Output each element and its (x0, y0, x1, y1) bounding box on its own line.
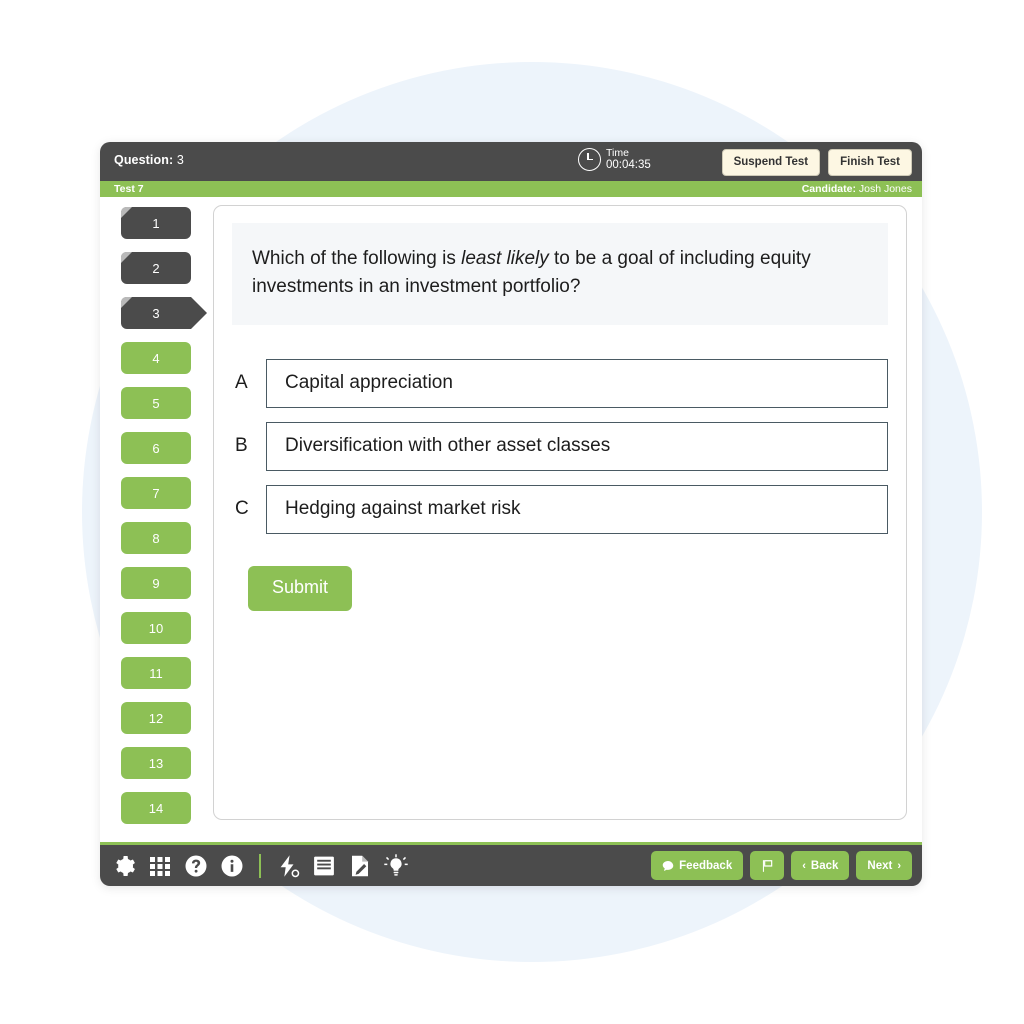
question-nav-item-label: 10 (148, 620, 164, 636)
question-nav-item-label: 13 (148, 755, 164, 771)
feedback-label: Feedback (679, 859, 733, 872)
answer-options: A Capital appreciation B Diversification wi… (232, 358, 888, 534)
next-label: Next (867, 859, 893, 872)
answer-option-text[interactable]: Capital appreciation (266, 358, 888, 408)
question-nav-item-3[interactable]: 3 (121, 297, 207, 329)
question-navigator: 1 2 3 4 5 6 7 8 9 10 11 12 13 14 (100, 197, 212, 842)
toolbar-navigation: Feedback ‹ Back Next › (651, 851, 912, 880)
question-stem-emphasis: least likely (461, 248, 549, 269)
flag-question-button[interactable] (750, 851, 785, 880)
grid-icon[interactable] (148, 854, 172, 878)
suspend-test-button[interactable]: Suspend Test (721, 149, 821, 176)
question-nav-item-2[interactable]: 2 (121, 252, 191, 284)
candidate-label: Candidate: (801, 183, 856, 195)
question-nav-item-5[interactable]: 5 (121, 387, 191, 419)
lightning-icon[interactable] (276, 854, 300, 878)
question-nav-item-9[interactable]: 9 (121, 567, 191, 599)
question-nav-item-7[interactable]: 7 (121, 477, 191, 509)
timer-text: Time 00:04:35 (606, 147, 651, 173)
candidate-info: Candidate: Josh Jones (802, 183, 912, 195)
answer-option-letter: A (235, 372, 248, 394)
answer-option-letter: B (235, 435, 248, 457)
flag-icon (763, 859, 773, 872)
answer-option-letter: C (235, 498, 249, 520)
test-name: Test 7 (114, 183, 144, 195)
question-nav-item-label: 4 (152, 350, 160, 366)
question-nav-item-label: 3 (152, 305, 160, 321)
finish-test-button[interactable]: Finish Test (828, 149, 912, 176)
exam-app-window: Question: 3 Time 00:04:35 Suspend Test F… (100, 142, 922, 886)
question-nav-item-1[interactable]: 1 (121, 207, 191, 239)
question-nav-item-10[interactable]: 10 (121, 612, 191, 644)
speech-bubble-icon (662, 860, 674, 871)
toolbar-separator (259, 853, 261, 878)
question-nav-item-11[interactable]: 11 (121, 657, 191, 689)
question-nav-item-4[interactable]: 4 (121, 342, 191, 374)
help-icon[interactable] (184, 854, 208, 878)
lightbulb-icon[interactable] (384, 853, 408, 878)
exam-body: 1 2 3 4 5 6 7 8 9 10 11 12 13 14 Which of the followi… (100, 197, 922, 842)
next-chevron-icon: › (897, 859, 901, 872)
question-nav-item-label: 12 (148, 710, 164, 726)
answer-option-b[interactable]: B Diversification with other asset classe… (232, 421, 888, 471)
question-nav-item-8[interactable]: 8 (121, 522, 191, 554)
bottom-toolbar: Feedback ‹ Back Next › (100, 842, 922, 886)
scratchpad-icon[interactable] (348, 854, 372, 878)
toolbar-tools (112, 845, 408, 886)
header-actions: Suspend Test Finish Test (721, 149, 912, 176)
next-button[interactable]: Next › (856, 851, 912, 880)
timer-title: Time (606, 147, 629, 159)
timer-value: 00:04:35 (606, 159, 651, 172)
back-chevron-icon: ‹ (802, 859, 806, 872)
notes-icon[interactable] (312, 854, 336, 878)
question-counter: Question: 3 (114, 153, 184, 167)
question-nav-item-label: 14 (148, 800, 164, 816)
question-nav-item-label: 2 (152, 260, 160, 276)
feedback-button[interactable]: Feedback (651, 851, 744, 880)
question-nav-item-label: 1 (152, 215, 160, 231)
question-stem: Which of the following is least likely t… (232, 223, 888, 325)
question-nav-item-label: 5 (152, 395, 160, 411)
question-counter-label: Question: (114, 153, 174, 167)
question-nav-item-6[interactable]: 6 (121, 432, 191, 464)
question-nav-item-14[interactable]: 14 (121, 792, 191, 824)
gear-icon[interactable] (112, 854, 136, 878)
clock-icon (578, 148, 601, 172)
submit-button[interactable]: Submit (248, 565, 353, 611)
question-nav-item-label: 8 (152, 530, 160, 546)
question-counter-value: 3 (176, 153, 184, 167)
question-stem-part1: Which of the following is (252, 248, 462, 269)
question-nav-item-label: 11 (149, 665, 163, 681)
question-nav-item-label: 7 (152, 485, 160, 501)
timer: Time 00:04:35 (578, 147, 651, 173)
back-button[interactable]: ‹ Back (791, 851, 850, 880)
answer-option-c[interactable]: C Hedging against market risk (232, 484, 888, 534)
top-header-bar: Question: 3 Time 00:04:35 Suspend Test F… (100, 142, 922, 181)
answer-option-text[interactable]: Hedging against market risk (266, 484, 888, 534)
question-nav-item-13[interactable]: 13 (121, 747, 191, 779)
question-nav-item-label: 9 (152, 575, 160, 591)
info-icon[interactable] (220, 854, 244, 878)
sub-header-bar: Test 7 Candidate: Josh Jones (100, 181, 922, 197)
question-nav-item-12[interactable]: 12 (121, 702, 191, 734)
candidate-name: Josh Jones (858, 183, 912, 195)
back-label: Back (810, 859, 839, 872)
answer-option-a[interactable]: A Capital appreciation (232, 358, 888, 408)
question-panel: Which of the following is least likely t… (213, 205, 907, 820)
answer-option-text[interactable]: Diversification with other asset classes (266, 421, 888, 471)
question-nav-item-label: 6 (152, 440, 160, 456)
